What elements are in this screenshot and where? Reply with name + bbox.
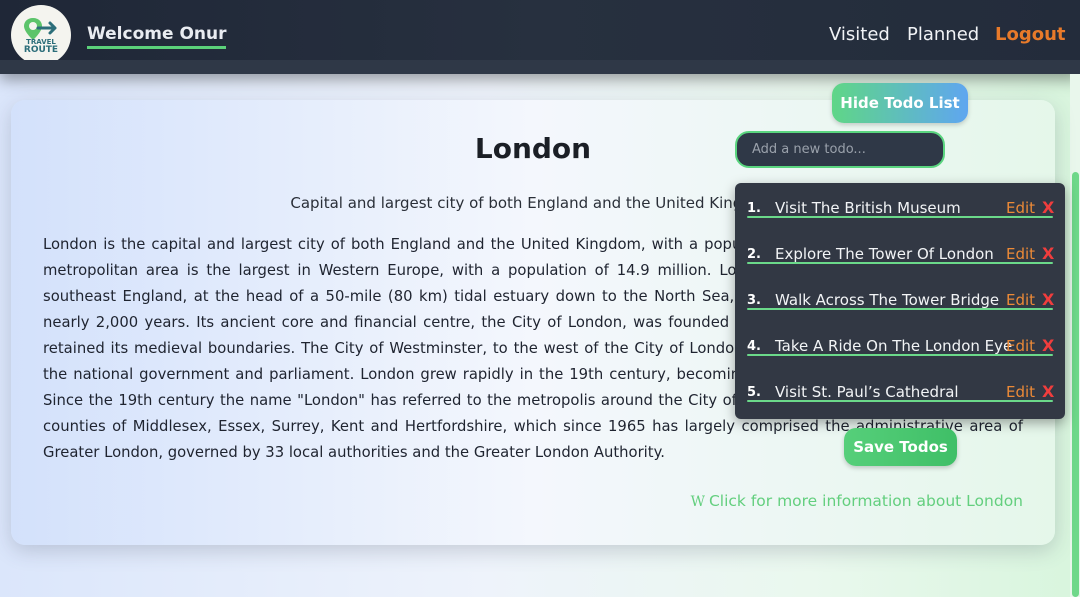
delete-todo-button[interactable]: X: [1042, 198, 1054, 217]
wikipedia-icon: W: [690, 494, 705, 510]
user-name: Onur: [179, 24, 227, 44]
todo-item: 1. Visit The British Museum Edit X: [747, 183, 1054, 218]
todo-text: Visit St. Paul’s Cathedral: [775, 383, 959, 401]
todo-text: Visit The British Museum: [775, 199, 961, 217]
todo-number: 5.: [747, 385, 761, 400]
top-navbar: TRAVEL ROUTE Welcome Onur Visited Planne…: [0, 0, 1080, 74]
welcome-prefix: Welcome: [87, 24, 174, 44]
todo-list: 1. Visit The British Museum Edit X 2. Ex…: [735, 183, 1065, 419]
edit-todo-button[interactable]: Edit: [1006, 245, 1035, 263]
save-todos-button[interactable]: Save Todos: [844, 428, 957, 466]
edit-todo-button[interactable]: Edit: [1006, 199, 1035, 217]
delete-todo-button[interactable]: X: [1042, 382, 1054, 401]
todo-number: 1.: [747, 201, 761, 216]
wikipedia-link[interactable]: W Click for more information about London: [691, 492, 1023, 510]
todo-item: 3. Walk Across The Tower Bridge Edit X: [747, 275, 1054, 310]
travel-route-logo[interactable]: TRAVEL ROUTE: [11, 5, 71, 65]
edit-todo-button[interactable]: Edit: [1006, 337, 1035, 355]
edit-todo-button[interactable]: Edit: [1006, 291, 1035, 309]
todo-item: 4. Take A Ride On The London Eye Edit X: [747, 321, 1054, 356]
todo-item: 2. Explore The Tower Of London Edit X: [747, 229, 1054, 264]
welcome-message: Welcome Onur: [87, 24, 227, 49]
nav-visited-link[interactable]: Visited: [829, 24, 890, 45]
todo-item: 5. Visit St. Paul’s Cathedral Edit X: [747, 367, 1054, 402]
nav-planned-link[interactable]: Planned: [907, 24, 979, 45]
logout-link[interactable]: Logout: [995, 24, 1066, 45]
todo-number: 2.: [747, 247, 761, 262]
scrollbar-thumb[interactable]: [1072, 172, 1079, 597]
delete-todo-button[interactable]: X: [1042, 244, 1054, 263]
hide-todo-list-button[interactable]: Hide Todo List: [832, 83, 968, 123]
logo-wordmark: TRAVEL ROUTE: [23, 38, 59, 55]
delete-todo-button[interactable]: X: [1042, 290, 1054, 309]
todo-text: Explore The Tower Of London: [775, 245, 994, 263]
todo-text: Take A Ride On The London Eye: [775, 337, 1013, 355]
new-todo-input[interactable]: [735, 131, 945, 168]
edit-todo-button[interactable]: Edit: [1006, 383, 1035, 401]
wikipedia-link-text: Click for more information about London: [708, 492, 1023, 510]
todo-text: Walk Across The Tower Bridge: [775, 291, 1000, 309]
todo-number: 3.: [747, 293, 761, 308]
todo-number: 4.: [747, 339, 761, 354]
delete-todo-button[interactable]: X: [1042, 336, 1054, 355]
